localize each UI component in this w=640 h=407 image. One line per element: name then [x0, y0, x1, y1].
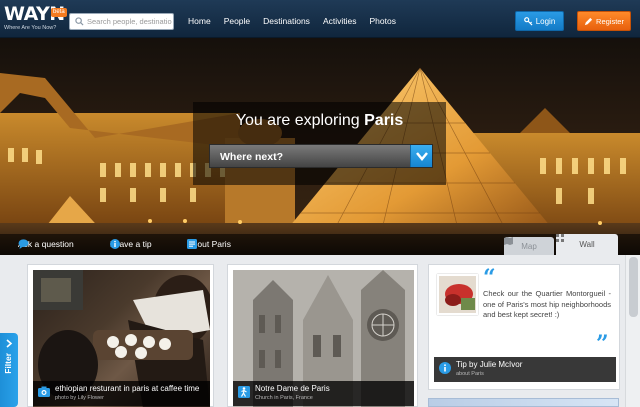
- chevron-down-icon: [416, 152, 428, 161]
- top-header: WAYN beta Where Are You Now? Home People…: [0, 0, 640, 38]
- tab-wall[interactable]: Wall: [556, 234, 618, 255]
- search-input[interactable]: [87, 15, 172, 28]
- nav-destinations[interactable]: Destinations: [263, 16, 310, 26]
- ask-question-link[interactable]: Ask a question: [18, 239, 74, 249]
- login-label: Login: [535, 16, 556, 26]
- leave-tip-link[interactable]: Leave a tip: [110, 239, 152, 249]
- scrollbar-thumb[interactable]: [629, 257, 638, 317]
- photo-card[interactable]: ethiopian resturant in paris at caffee t…: [27, 264, 214, 407]
- wayn-logo[interactable]: WAYN beta Where Are You Now?: [4, 4, 67, 34]
- login-button[interactable]: Login: [515, 11, 564, 31]
- photo-caption: ethiopian resturant in paris at caffee t…: [33, 381, 210, 406]
- search-box[interactable]: [69, 13, 174, 30]
- tab-map-label: Map: [521, 241, 537, 251]
- register-label: Register: [596, 16, 624, 26]
- tab-map[interactable]: Map: [504, 237, 554, 255]
- map-icon: [504, 237, 513, 245]
- open-quote-icon: “: [483, 265, 496, 291]
- ad-banner[interactable]: [428, 398, 619, 407]
- nav-photos[interactable]: Photos: [369, 16, 395, 26]
- hero-banner: You are exploring Paris Where next? Ask …: [0, 38, 640, 255]
- tip-author[interactable]: Tip by Julie McIvor: [456, 360, 522, 369]
- register-button[interactable]: Register: [577, 11, 631, 31]
- place-card[interactable]: Notre Dame de Paris Church in Paris, Fra…: [227, 264, 418, 407]
- about-city-link[interactable]: About Paris: [187, 239, 231, 249]
- camera-icon: [38, 386, 50, 397]
- explore-heading: You are exploring Paris: [193, 112, 446, 130]
- photo-credit: photo by Lily Flower: [55, 395, 104, 401]
- search-icon: [75, 17, 84, 26]
- tip-text: Check our the Quartier Montorgueil - one…: [483, 289, 611, 319]
- info-icon: [110, 239, 120, 249]
- chevron-right-icon: [6, 339, 13, 348]
- nav-people[interactable]: People: [224, 16, 250, 26]
- place-title[interactable]: Notre Dame de Paris: [255, 384, 330, 393]
- scrollbar[interactable]: [625, 255, 640, 407]
- document-icon: [187, 239, 197, 249]
- explore-city: Paris: [364, 112, 404, 129]
- tab-wall-label: Wall: [579, 240, 595, 249]
- logo-tagline: Where Are You Now?: [4, 25, 57, 31]
- pencil-icon: [584, 17, 593, 25]
- close-quote-icon: ”: [596, 331, 609, 357]
- nav-home[interactable]: Home: [188, 16, 211, 26]
- speech-bubble-icon: [18, 239, 29, 249]
- tip-about: about Paris: [456, 371, 484, 377]
- place-caption: Notre Dame de Paris Church in Paris, Fra…: [233, 381, 414, 406]
- person-walking-icon: [238, 386, 250, 398]
- where-next-select[interactable]: Where next?: [209, 144, 433, 168]
- place-subtitle: Church in Paris, France: [255, 395, 313, 401]
- filter-tab[interactable]: Filter: [0, 333, 18, 407]
- explore-panel: You are exploring Paris Where next?: [193, 102, 446, 185]
- key-icon: [523, 16, 533, 26]
- tip-thumbnail: [437, 274, 478, 315]
- filter-label: Filter: [3, 353, 13, 374]
- tip-card[interactable]: “ Check our the Quartier Montorgueil - o…: [428, 264, 620, 390]
- main-nav: Home People Destinations Activities Phot…: [188, 16, 409, 26]
- info-icon: [439, 362, 451, 374]
- explore-prefix: You are exploring: [235, 112, 365, 129]
- where-next-label: Where next?: [220, 151, 284, 163]
- dropdown-button[interactable]: [410, 145, 432, 167]
- photo-title[interactable]: ethiopian resturant in paris at caffee t…: [55, 384, 199, 393]
- grid-icon: [556, 234, 564, 242]
- beta-badge: beta: [51, 8, 67, 17]
- tip-author-bar: Tip by Julie McIvor about Paris: [434, 357, 616, 382]
- nav-activities[interactable]: Activities: [323, 16, 357, 26]
